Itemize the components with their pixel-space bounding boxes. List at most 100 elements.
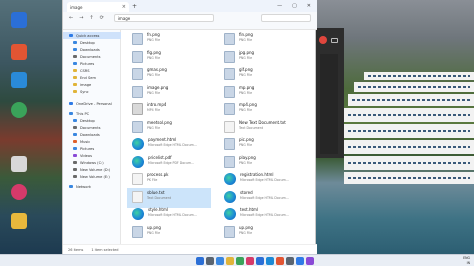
taskbar-app-icon[interactable]: [226, 257, 234, 265]
nav-item[interactable]: Documents: [63, 53, 121, 60]
nav-item-label: New Volume (E:): [80, 174, 110, 179]
nav-item-label: Pictures: [80, 61, 95, 66]
nav-folder-icon: [73, 140, 77, 143]
file-type: Microsoft Edge HTML Docum...: [148, 143, 197, 147]
nav-item[interactable]: Downloads: [63, 46, 121, 53]
nav-item[interactable]: Windows (C:): [63, 159, 121, 166]
file-type: PNG File: [239, 230, 253, 235]
file-explorer-window[interactable]: image × + — ▢ ✕ ← → ↑ ⟳ image Quick acce…: [62, 0, 317, 254]
desktop-icon-3[interactable]: [11, 72, 27, 88]
nav-item[interactable]: Network: [63, 183, 121, 190]
nav-item[interactable]: Music: [63, 138, 121, 145]
nav-item[interactable]: Documents: [63, 124, 121, 131]
file-item[interactable]: up.png PNG File: [127, 223, 211, 243]
address-path-text: image: [117, 15, 131, 21]
taskbar-app-icon[interactable]: [266, 257, 274, 265]
camera-icon[interactable]: [331, 38, 338, 43]
file-name: fn.png: [147, 32, 160, 37]
file-name: style.html: [148, 207, 168, 212]
nav-folder-icon: [73, 83, 77, 86]
ship-windows: [348, 130, 470, 132]
ship-windows: [352, 99, 470, 101]
taskbar-app-icon[interactable]: [286, 257, 294, 265]
image-file-icon: [224, 33, 235, 45]
nav-item[interactable]: Sync: [63, 88, 121, 95]
file-name: New Text Document.txt: [239, 119, 286, 125]
file-name: mp.png: [239, 84, 255, 90]
desktop-folder-icon[interactable]: [11, 213, 27, 229]
nav-item-label: Documents: [80, 54, 101, 59]
desktop-icon-4[interactable]: [11, 102, 27, 118]
file-name: registration.html: [240, 172, 274, 177]
nav-item[interactable]: Videos: [63, 152, 121, 159]
forward-icon[interactable]: →: [79, 15, 83, 21]
nav-item[interactable]: New Volume (E:): [63, 173, 121, 180]
nav-item-label: Sync: [80, 89, 89, 94]
minimize-icon[interactable]: —: [277, 3, 282, 9]
app-panel: [320, 54, 338, 154]
taskbar-app-icon[interactable]: [246, 257, 254, 265]
file-name: jpg.png: [239, 49, 255, 55]
nav-item[interactable]: New Volume (D:): [63, 166, 121, 173]
edge-file-icon: [224, 173, 236, 185]
status-bar: 26 items 1 item selected: [63, 244, 317, 254]
desktop-icon-5[interactable]: [11, 156, 27, 172]
nav-folder-icon: [73, 133, 77, 136]
image-file-icon: [132, 33, 143, 45]
image-file-icon: [224, 68, 235, 80]
nav-item[interactable]: OneDrive - Personal: [63, 100, 121, 107]
nav-item[interactable]: This PC: [63, 110, 121, 117]
back-icon[interactable]: ←: [69, 15, 73, 21]
nav-item-label: Quick access: [76, 33, 100, 38]
taskbar-app-icon[interactable]: [206, 257, 214, 265]
file-name: intro.mp4: [147, 102, 167, 107]
nav-item[interactable]: image: [63, 81, 121, 88]
address-path[interactable]: image: [113, 14, 214, 22]
taskbar-app-icon[interactable]: [296, 257, 304, 265]
nav-item[interactable]: Quick access: [63, 32, 121, 39]
file-type: Microsoft Edge HTML Docum...: [240, 195, 289, 200]
wallpaper-left: [0, 0, 62, 254]
background-app-window[interactable]: [316, 28, 344, 158]
nav-item-label: Downloads: [80, 47, 100, 52]
nav-item-label: Desktop: [80, 40, 95, 45]
nav-folder-icon: [69, 102, 73, 105]
file-type: Text Document: [239, 125, 263, 130]
search-input[interactable]: [261, 14, 311, 22]
nav-item[interactable]: Pictures: [63, 145, 121, 152]
nav-item[interactable]: End Sem: [63, 74, 121, 81]
desktop-icon-1[interactable]: [11, 12, 27, 28]
desktop-icon-6[interactable]: [11, 184, 27, 200]
new-tab-icon[interactable]: +: [132, 3, 137, 10]
nav-item[interactable]: Pictures: [63, 60, 121, 67]
taskbar-app-icon[interactable]: [216, 257, 224, 265]
video-file-icon: [132, 103, 143, 115]
image-file-icon: [224, 138, 235, 150]
taskbar-app-icon[interactable]: [256, 257, 264, 265]
taskbar-app-icon[interactable]: [306, 257, 314, 265]
edge-file-icon: [132, 208, 144, 220]
nav-folder-icon: [73, 126, 77, 129]
record-icon[interactable]: [319, 36, 327, 44]
file-name: fin.png: [239, 32, 253, 37]
file-item[interactable]: up.png PNG File: [219, 223, 303, 243]
nav-item[interactable]: Desktop: [63, 39, 121, 46]
desktop-icon-2[interactable]: [11, 44, 27, 60]
ship-windows: [348, 114, 470, 116]
nav-item[interactable]: Desktop: [63, 117, 121, 124]
nav-item[interactable]: CSRS: [63, 67, 121, 74]
edge-file-icon: [224, 190, 236, 203]
refresh-icon[interactable]: ⟳: [100, 15, 104, 21]
close-icon[interactable]: ✕: [307, 3, 311, 9]
taskbar-app-icon[interactable]: [236, 257, 244, 265]
nav-item-label: This PC: [76, 111, 90, 116]
up-icon[interactable]: ↑: [89, 15, 93, 21]
file-type: PNG File: [147, 230, 161, 235]
taskbar-app-icon[interactable]: [276, 257, 284, 265]
close-tab-icon[interactable]: ×: [122, 4, 126, 10]
system-tray[interactable]: ENG IN: [463, 256, 470, 265]
nav-item[interactable]: Downloads: [63, 131, 121, 138]
maximize-icon[interactable]: ▢: [292, 3, 297, 9]
explorer-tab[interactable]: image ×: [67, 2, 129, 12]
taskbar-app-icon[interactable]: [196, 257, 204, 265]
